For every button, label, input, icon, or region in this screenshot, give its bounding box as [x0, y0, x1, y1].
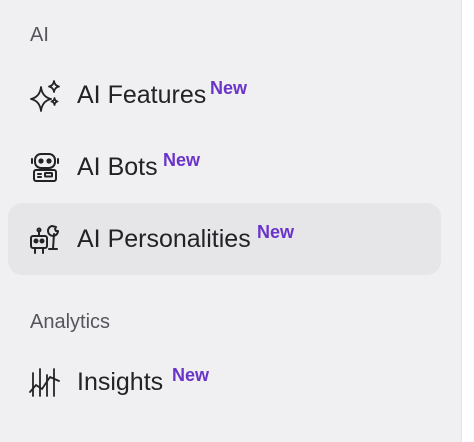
sidebar-item-ai-personalities[interactable]: AI Personalities New [8, 203, 441, 275]
section-header-analytics: Analytics [30, 311, 111, 333]
robot-icon [28, 150, 62, 184]
sidebar-item-label: Insights [77, 368, 164, 396]
new-badge: New [257, 222, 295, 242]
sparkles-icon [28, 78, 62, 112]
scrollbar-track [461, 0, 474, 442]
new-badge: New [163, 150, 201, 170]
section-header-ai: AI [30, 24, 49, 46]
new-badge: New [210, 78, 248, 98]
sidebar-item-ai-features[interactable]: AI Features New [8, 59, 441, 131]
new-badge: New [172, 365, 210, 385]
sidebar-item-label: AI Bots [77, 153, 158, 181]
sidebar-item-label: AI Features [77, 81, 207, 109]
insights-chart-icon [28, 365, 62, 399]
sidebar-item-label: AI Personalities [77, 225, 251, 253]
sidebar-item-ai-bots[interactable]: AI Bots New [8, 131, 441, 203]
sidebar-item-insights[interactable]: Insights New [8, 346, 441, 418]
robot-wrench-icon [28, 222, 62, 256]
